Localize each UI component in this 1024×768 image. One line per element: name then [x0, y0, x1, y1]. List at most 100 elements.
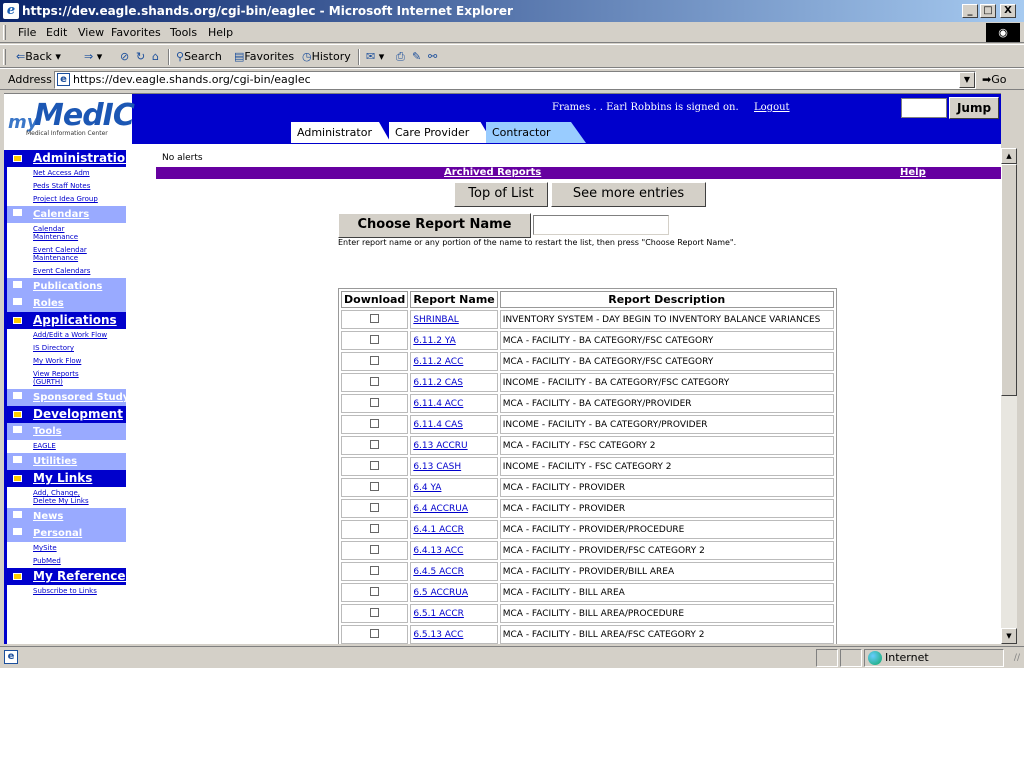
scroll-down-icon[interactable]: ▼ — [1001, 628, 1017, 644]
sidebar-my-references[interactable]: My References — [7, 568, 133, 585]
address-input[interactable]: e https://dev.eagle.shands.org/cgi-bin/e… — [54, 71, 976, 89]
report-name-link[interactable]: 6.4.5 ACCR — [410, 562, 498, 581]
sidebar-link-peds-staff-notes[interactable]: Peds Staff Notes — [7, 180, 126, 193]
sidebar-my-links[interactable]: My Links — [7, 470, 126, 487]
report-name-link[interactable]: 6.11.2 ACC — [410, 352, 498, 371]
sidebar-link-subscribe-to-links[interactable]: Subscribe to Links — [7, 585, 126, 598]
go-button[interactable]: ➡Go — [982, 73, 1006, 86]
menu-view[interactable]: View — [78, 26, 104, 39]
menu-file[interactable]: File — [18, 26, 36, 39]
sidebar-utilities[interactable]: Utilities — [7, 453, 126, 470]
report-name-link[interactable]: SHRINBAL — [410, 310, 498, 329]
sidebar-link-calendar-maintenance[interactable]: Calendar Maintenance — [7, 223, 87, 244]
sidebar-link-add-change-delete[interactable]: Add, Change, Delete My Links — [7, 487, 99, 508]
minimize-button[interactable]: _ — [962, 4, 978, 18]
sidebar-roles[interactable]: Roles — [7, 295, 126, 312]
close-button[interactable]: X — [1000, 4, 1016, 18]
help-link[interactable]: Help — [900, 167, 926, 179]
report-name-link[interactable]: 6.4.13 ACC — [410, 541, 498, 560]
sidebar-link-is-directory[interactable]: IS Directory — [7, 342, 126, 355]
sidebar-link-event-calendars[interactable]: Event Calendars — [7, 265, 126, 278]
back-button[interactable]: ⇐Back ▾ — [16, 50, 61, 63]
toolbar-grip[interactable] — [3, 49, 6, 65]
download-checkbox[interactable] — [370, 544, 380, 554]
forward-button[interactable]: ⇒ ▾ — [84, 50, 102, 63]
chevron-down-icon[interactable]: ▼ — [959, 72, 975, 88]
sidebar-personal[interactable]: Personal — [7, 525, 126, 542]
sidebar-publications[interactable]: Publications — [7, 278, 126, 295]
see-more-entries-button[interactable]: See more entries — [551, 182, 706, 207]
report-name-input[interactable] — [533, 215, 669, 235]
sidebar-link-pubmed[interactable]: PubMed — [7, 555, 126, 568]
top-of-list-button[interactable]: Top of List — [454, 182, 548, 207]
sidebar-news[interactable]: News — [7, 508, 126, 525]
tab-contractor[interactable]: Contractor — [486, 122, 586, 143]
download-checkbox[interactable] — [370, 565, 380, 575]
sidebar-tools[interactable]: Tools — [7, 423, 126, 440]
sidebar-link-net-access-adm[interactable]: Net Access Adm — [7, 167, 126, 180]
scroll-thumb[interactable] — [1001, 164, 1017, 396]
sidebar-development[interactable]: Development — [7, 406, 126, 423]
sidebar-link-add-edit-work-flow[interactable]: Add/Edit a Work Flow — [7, 329, 126, 342]
sidebar-link-mysite[interactable]: MySite — [7, 542, 126, 555]
archived-reports-link[interactable]: Archived Reports — [444, 167, 541, 179]
download-checkbox[interactable] — [370, 355, 380, 365]
sidebar-applications[interactable]: Applications — [7, 312, 126, 329]
download-checkbox[interactable] — [370, 439, 380, 449]
tab-administrator[interactable]: Administrator — [291, 122, 391, 143]
report-name-link[interactable]: 6.13 CASH — [410, 457, 498, 476]
sidebar-administration[interactable]: Administration — [7, 150, 134, 167]
download-checkbox[interactable] — [370, 628, 380, 638]
report-name-link[interactable]: 6.4 ACCRUA — [410, 499, 498, 518]
mail-button[interactable]: ✉ ▾ — [366, 50, 384, 63]
choose-report-name-button[interactable]: Choose Report Name — [338, 213, 531, 238]
report-name-link[interactable]: 6.11.4 ACC — [410, 394, 498, 413]
edit-button[interactable]: ✎ — [412, 50, 421, 63]
download-checkbox[interactable] — [370, 376, 380, 386]
download-checkbox[interactable] — [370, 460, 380, 470]
sidebar-sponsored-study[interactable]: Sponsored Study — [7, 389, 129, 406]
maximize-button[interactable]: □ — [980, 4, 996, 18]
report-name-link[interactable]: 6.5 ACCRUA — [410, 583, 498, 602]
menu-tools[interactable]: Tools — [170, 26, 197, 39]
print-button[interactable]: ⎙ — [396, 50, 405, 64]
logout-link[interactable]: Logout — [754, 102, 790, 113]
download-checkbox[interactable] — [370, 418, 380, 428]
download-checkbox[interactable] — [370, 607, 380, 617]
stop-button[interactable]: ⊘ — [120, 50, 129, 63]
report-name-link[interactable]: 6.5.1 ACCR — [410, 604, 498, 623]
sidebar-link-my-work-flow[interactable]: My Work Flow — [7, 355, 126, 368]
download-checkbox[interactable] — [370, 397, 380, 407]
menu-favorites[interactable]: Favorites — [111, 26, 161, 39]
download-checkbox[interactable] — [370, 313, 380, 323]
sidebar-link-eagle[interactable]: EAGLE — [7, 440, 126, 453]
history-button[interactable]: ◷History — [302, 50, 351, 63]
sidebar-link-project-idea-group[interactable]: Project Idea Group — [7, 193, 126, 206]
report-name-link[interactable]: 6.11.2 YA — [410, 331, 498, 350]
jump-input[interactable] — [901, 98, 947, 118]
scroll-up-icon[interactable]: ▲ — [1001, 148, 1017, 164]
resize-grip-icon[interactable]: ∕∕ — [1014, 653, 1020, 663]
jump-button[interactable]: Jump — [949, 97, 999, 119]
download-checkbox[interactable] — [370, 481, 380, 491]
medic-logo[interactable]: my MedIC Medical Information Center — [4, 94, 135, 144]
sidebar-calendars[interactable]: Calendars — [7, 206, 126, 223]
search-button[interactable]: ⚲Search — [176, 50, 222, 63]
report-name-link[interactable]: 6.4 YA — [410, 478, 498, 497]
sidebar-link-view-reports[interactable]: View Reports (GURTH) — [7, 368, 79, 389]
report-name-link[interactable]: 6.11.2 CAS — [410, 373, 498, 392]
favorites-button[interactable]: ▤Favorites — [234, 50, 294, 63]
vertical-scrollbar[interactable]: ▲ ▼ — [1001, 148, 1017, 644]
discuss-button[interactable]: ⚯ — [428, 50, 437, 63]
report-name-link[interactable]: 6.5.13 ACC — [410, 625, 498, 644]
home-button[interactable]: ⌂ — [152, 50, 159, 63]
menu-edit[interactable]: Edit — [46, 26, 67, 39]
report-name-link[interactable]: 6.13 ACCRU — [410, 436, 498, 455]
refresh-button[interactable]: ↻ — [136, 50, 145, 63]
toolbar-grip[interactable] — [3, 25, 6, 40]
report-name-link[interactable]: 6.11.4 CAS — [410, 415, 498, 434]
menu-help[interactable]: Help — [208, 26, 233, 39]
download-checkbox[interactable] — [370, 334, 380, 344]
sidebar-link-event-calendar-maintenance[interactable]: Event Calendar Maintenance — [7, 244, 97, 265]
download-checkbox[interactable] — [370, 502, 380, 512]
